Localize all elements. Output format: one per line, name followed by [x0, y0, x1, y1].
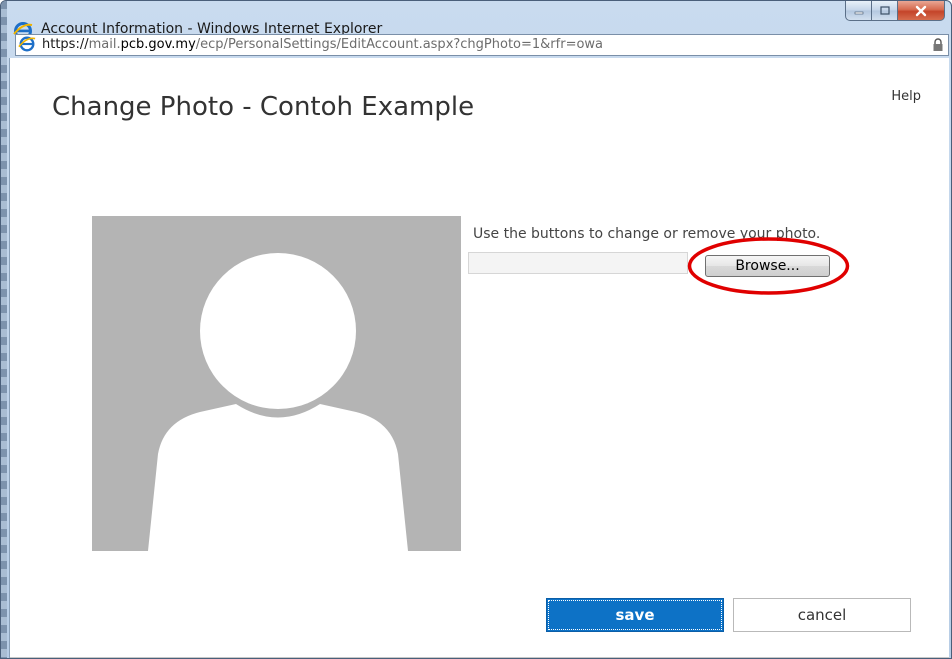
title-bar[interactable]: Account Information - Windows Internet E…	[7, 1, 951, 59]
desktop-edge	[1, 1, 7, 658]
browse-button[interactable]: Browse...	[705, 255, 830, 277]
page-title: Change Photo - Contoh Example	[52, 92, 475, 123]
help-link[interactable]: Help	[891, 89, 921, 104]
close-icon	[915, 5, 927, 16]
instruction-text: Use the buttons to change or remove your…	[473, 226, 821, 242]
cancel-button[interactable]: cancel	[733, 598, 911, 632]
photo-placeholder	[92, 216, 461, 551]
url-host-domain: pcb.gov.my	[120, 37, 196, 52]
address-bar[interactable]: https://mail.pcb.gov.my/ecp/PersonalSett…	[15, 34, 949, 56]
minimize-icon	[854, 11, 863, 14]
person-silhouette-icon	[148, 253, 408, 551]
url-host-prefix: mail.	[88, 37, 121, 52]
url-text[interactable]: https://mail.pcb.gov.my/ecp/PersonalSett…	[42, 37, 603, 52]
divider	[10, 657, 949, 658]
window-controls	[845, 1, 945, 21]
close-window-button[interactable]	[898, 1, 945, 21]
file-path-input[interactable]	[468, 252, 688, 274]
lock-icon[interactable]	[932, 38, 944, 52]
ie-logo-icon	[18, 36, 36, 52]
maximize-button[interactable]	[872, 1, 898, 21]
maximize-icon	[879, 5, 890, 15]
browser-window: Account Information - Windows Internet E…	[0, 0, 952, 659]
url-protocol: https://	[42, 37, 89, 52]
minimize-button[interactable]	[845, 1, 872, 21]
page-content: Change Photo - Contoh Example Help Use t…	[9, 58, 949, 658]
save-button[interactable]: save	[546, 598, 724, 632]
url-path: /ecp/PersonalSettings/EditAccount.aspx?c…	[195, 37, 604, 52]
